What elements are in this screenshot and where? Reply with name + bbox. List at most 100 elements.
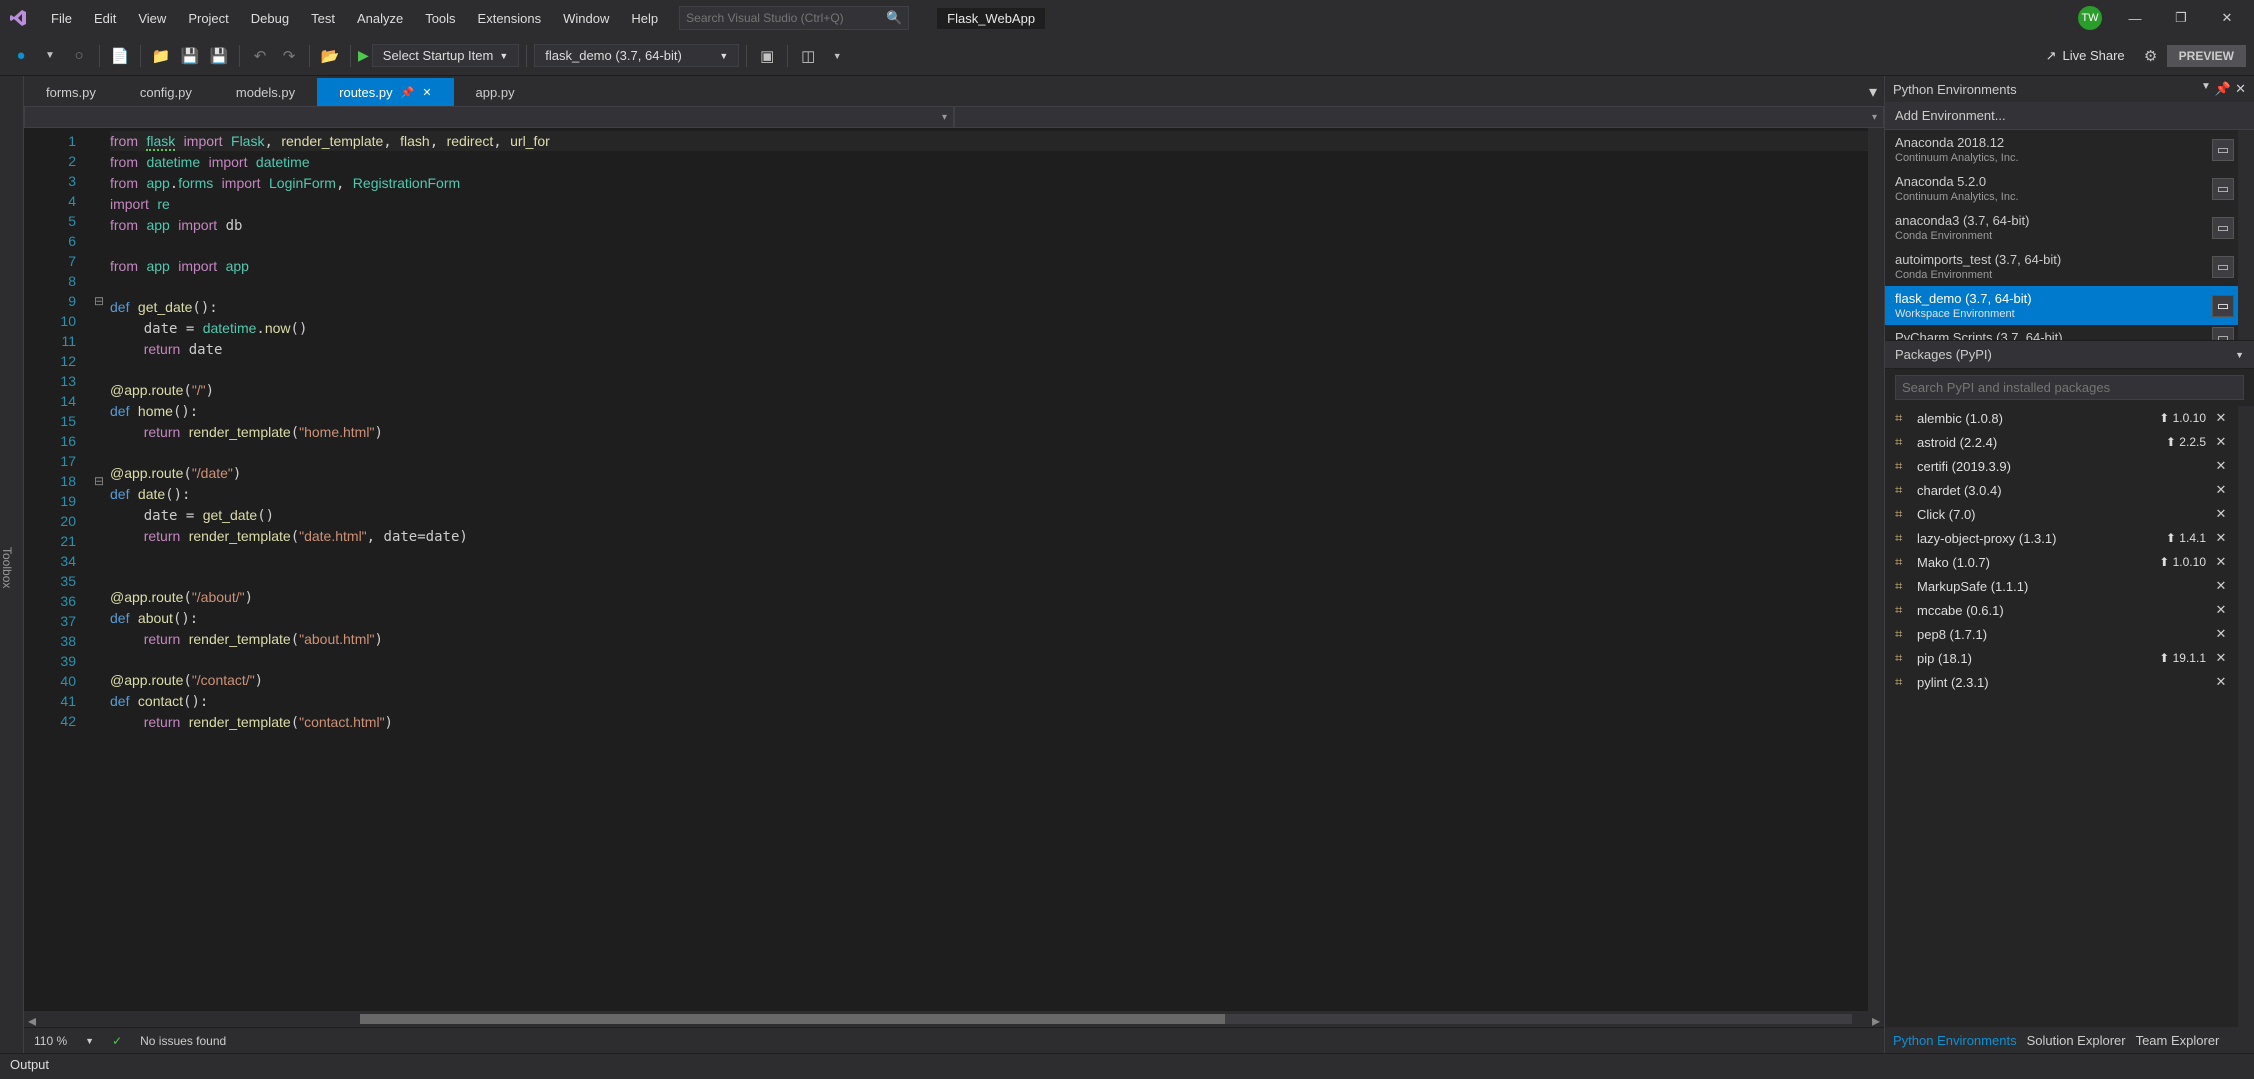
env-open-icon[interactable]: ▭	[2212, 256, 2234, 278]
remove-icon[interactable]: ✕	[2214, 626, 2228, 642]
nav-history-icon[interactable]: ▼	[37, 43, 63, 69]
package-item[interactable]: ⌗alembic (1.0.8)⬆ 1.0.10✕	[1885, 406, 2238, 430]
global-search[interactable]: 🔍	[679, 6, 909, 30]
menu-edit[interactable]: Edit	[83, 6, 127, 31]
package-item[interactable]: ⌗certifi (2019.3.9)✕	[1885, 454, 2238, 478]
package-item[interactable]: ⌗pylint (2.3.1)✕	[1885, 670, 2238, 694]
package-search-input[interactable]	[1895, 375, 2244, 400]
package-item[interactable]: ⌗pep8 (1.7.1)✕	[1885, 622, 2238, 646]
package-update[interactable]: ⬆ 1.0.10	[2159, 411, 2206, 425]
panel-tab-team-explorer[interactable]: Team Explorer	[2136, 1033, 2220, 1048]
remove-icon[interactable]: ✕	[2214, 674, 2228, 690]
user-avatar[interactable]: TW	[2078, 6, 2102, 30]
preview-button[interactable]: PREVIEW	[2167, 45, 2246, 67]
layout-icon[interactable]: ◫	[795, 43, 821, 69]
tab-models-py[interactable]: models.py	[214, 78, 317, 106]
add-environment-button[interactable]: Add Environment...	[1885, 102, 2254, 130]
menu-extensions[interactable]: Extensions	[467, 6, 553, 31]
env-item[interactable]: PyCharm Scripts (3.7, 64-bit)▭	[1885, 325, 2238, 340]
remove-icon[interactable]: ✕	[2214, 482, 2228, 498]
remove-icon[interactable]: ✕	[2214, 434, 2228, 450]
live-share-button[interactable]: ↗ Live Share	[2036, 43, 2135, 69]
python-interactive-icon[interactable]: ▣	[754, 43, 780, 69]
nav-scope[interactable]: ▾	[24, 106, 954, 128]
pin-icon[interactable]: 📌	[401, 86, 415, 99]
env-open-icon[interactable]: ▭	[2212, 327, 2234, 341]
package-item[interactable]: ⌗pip (18.1)⬆ 19.1.1✕	[1885, 646, 2238, 670]
close-icon[interactable]: ✕	[422, 86, 431, 99]
fold-column[interactable]: ⊟ ⊟	[94, 128, 110, 1011]
minimize-button[interactable]: ―	[2112, 0, 2158, 36]
remove-icon[interactable]: ✕	[2214, 602, 2228, 618]
folder-icon[interactable]: 📂	[317, 43, 343, 69]
package-item[interactable]: ⌗lazy-object-proxy (1.3.1)⬆ 1.4.1✕	[1885, 526, 2238, 550]
menu-window[interactable]: Window	[552, 6, 620, 31]
package-item[interactable]: ⌗Mako (1.0.7)⬆ 1.0.10✕	[1885, 550, 2238, 574]
pkg-scrollbar[interactable]	[2238, 406, 2254, 1027]
packages-dropdown[interactable]: Packages (PyPI) ▼	[1885, 340, 2254, 369]
code-content[interactable]: from flask import Flask, render_template…	[110, 128, 1884, 1011]
env-item[interactable]: anaconda3 (3.7, 64-bit)Conda Environment…	[1885, 208, 2238, 247]
env-open-icon[interactable]: ▭	[2212, 178, 2234, 200]
tab-config-py[interactable]: config.py	[118, 78, 214, 106]
menu-test[interactable]: Test	[300, 6, 346, 31]
redo-icon[interactable]: ↷	[276, 43, 302, 69]
env-open-icon[interactable]: ▭	[2212, 295, 2234, 317]
feedback-icon[interactable]: ⚙	[2138, 43, 2164, 69]
menu-tools[interactable]: Tools	[414, 6, 466, 31]
package-item[interactable]: ⌗chardet (3.0.4)✕	[1885, 478, 2238, 502]
env-item[interactable]: Anaconda 2018.12Continuum Analytics, Inc…	[1885, 130, 2238, 169]
env-item[interactable]: autoimports_test (3.7, 64-bit)Conda Envi…	[1885, 247, 2238, 286]
nav-forward-icon[interactable]: ○	[66, 43, 92, 69]
menu-file[interactable]: File	[40, 6, 83, 31]
chevron-down-icon[interactable]: ▼	[85, 1036, 94, 1046]
remove-icon[interactable]: ✕	[2214, 530, 2228, 546]
open-folder-icon[interactable]: 📁	[148, 43, 174, 69]
nav-member[interactable]: ▾	[954, 106, 1884, 128]
vertical-scrollbar[interactable]	[1868, 128, 1884, 1011]
menu-project[interactable]: Project	[177, 6, 239, 31]
issues-label[interactable]: No issues found	[140, 1034, 226, 1048]
panel-tab-python-environments[interactable]: Python Environments	[1893, 1033, 2017, 1048]
layout-toggle-icon[interactable]: ▼	[824, 43, 850, 69]
tab-forms-py[interactable]: forms.py	[24, 78, 118, 106]
package-update[interactable]: ⬆ 2.2.5	[2166, 435, 2206, 449]
menu-analyze[interactable]: Analyze	[346, 6, 414, 31]
python-env-dropdown[interactable]: flask_demo (3.7, 64-bit) ▼	[534, 44, 739, 67]
tab-overflow[interactable]: ▾	[1862, 78, 1884, 106]
close-icon[interactable]: ✕	[2235, 81, 2246, 97]
remove-icon[interactable]: ✕	[2214, 578, 2228, 594]
env-scrollbar[interactable]	[2238, 130, 2254, 340]
chevron-down-icon[interactable]: ▼	[2201, 81, 2211, 97]
nav-back-icon[interactable]: ●	[8, 43, 34, 69]
maximize-button[interactable]: ❐	[2158, 0, 2204, 36]
panel-tab-solution-explorer[interactable]: Solution Explorer	[2027, 1033, 2126, 1048]
package-item[interactable]: ⌗MarkupSafe (1.1.1)✕	[1885, 574, 2238, 598]
horizontal-scrollbar[interactable]: ◂ ▸	[24, 1011, 1884, 1027]
env-item[interactable]: flask_demo (3.7, 64-bit)Workspace Enviro…	[1885, 286, 2238, 325]
undo-icon[interactable]: ↶	[247, 43, 273, 69]
package-item[interactable]: ⌗Click (7.0)✕	[1885, 502, 2238, 526]
package-update[interactable]: ⬆ 19.1.1	[2159, 651, 2206, 665]
tab-app-py[interactable]: app.py	[454, 78, 537, 106]
env-open-icon[interactable]: ▭	[2212, 217, 2234, 239]
close-button[interactable]: ✕	[2204, 0, 2250, 36]
startup-item-dropdown[interactable]: Select Startup Item ▼	[372, 44, 519, 67]
pin-icon[interactable]: 📌	[2215, 81, 2231, 97]
code-editor[interactable]: 1234567891011121314151617181920213435363…	[24, 128, 1884, 1011]
remove-icon[interactable]: ✕	[2214, 506, 2228, 522]
save-all-icon[interactable]: 💾	[206, 43, 232, 69]
toolbox-tab[interactable]: Toolbox	[0, 76, 24, 1053]
tab-routes-py[interactable]: routes.py📌✕	[317, 78, 453, 106]
env-item[interactable]: Anaconda 5.2.0Continuum Analytics, Inc.▭	[1885, 169, 2238, 208]
remove-icon[interactable]: ✕	[2214, 410, 2228, 426]
search-input[interactable]	[686, 11, 886, 25]
menu-view[interactable]: View	[127, 6, 177, 31]
menu-debug[interactable]: Debug	[240, 6, 300, 31]
remove-icon[interactable]: ✕	[2214, 458, 2228, 474]
output-panel-tab[interactable]: Output	[0, 1053, 2254, 1079]
package-item[interactable]: ⌗astroid (2.2.4)⬆ 2.2.5✕	[1885, 430, 2238, 454]
save-icon[interactable]: 💾	[177, 43, 203, 69]
package-update[interactable]: ⬆ 1.4.1	[2166, 531, 2206, 545]
remove-icon[interactable]: ✕	[2214, 650, 2228, 666]
